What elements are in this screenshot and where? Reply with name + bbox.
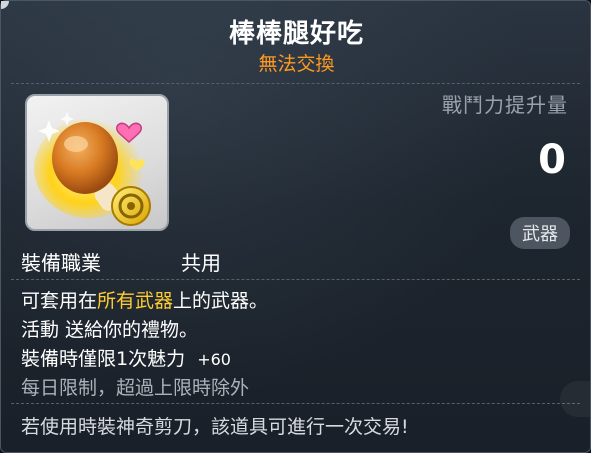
trade-status: 無法交換 [258, 53, 335, 75]
middle-divider [11, 279, 580, 280]
corner-marker [1, 1, 9, 9]
description-text: 可套用在 [21, 290, 98, 312]
combat-power-label: 戰鬥力提升量 [442, 93, 568, 117]
description-line-1: 可套用在所有武器上的武器。 [21, 287, 576, 316]
item-description: 可套用在所有武器上的武器。 活動 送給你的禮物。 裝備時僅限1次魅力 +60 每… [21, 287, 576, 403]
description-line-3: 裝備時僅限1次魅力 +60 [21, 345, 576, 374]
scissors-notice: 若使用時裝神奇剪刀，該道具可進行一次交易! [21, 416, 409, 438]
job-value: 共用 [181, 251, 221, 275]
item-tooltip: 棒棒腿好吃 無法交換 戰鬥力提升量 0 武器 裝備職業 共用 可套用在所有武器上… [0, 0, 591, 453]
item-image-frame [25, 94, 169, 231]
background-overlay [560, 381, 590, 417]
description-highlight: 所有武器 [97, 290, 174, 312]
combat-power-value: 0 [538, 137, 566, 183]
description-text: 裝備時僅限1次魅力 [21, 348, 186, 370]
top-divider [11, 83, 580, 84]
charm-bonus: +60 [197, 350, 231, 369]
description-text: 上的武器。 [173, 290, 269, 312]
item-name: 棒棒腿好吃 [228, 19, 364, 49]
description-line-2: 活動 送給你的禮物。 [21, 319, 199, 341]
job-label: 裝備職業 [21, 251, 101, 275]
drumstick-icon [34, 112, 151, 226]
description-line-4: 每日限制，超過上限時除外 [21, 377, 250, 399]
bottom-divider [11, 403, 580, 404]
category-badge: 武器 [510, 217, 570, 249]
